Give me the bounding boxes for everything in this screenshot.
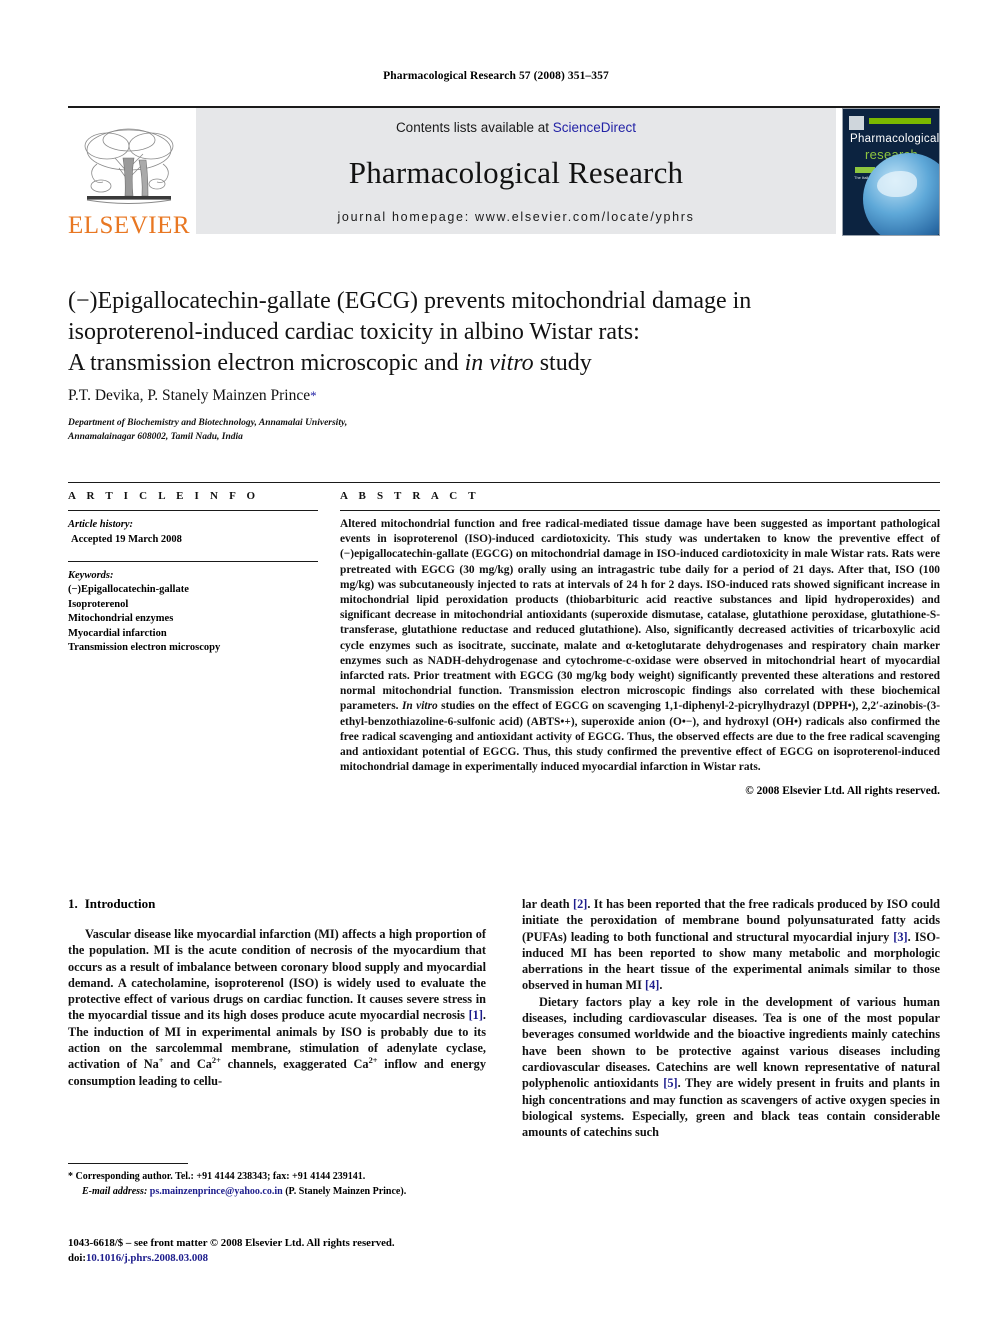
intro-left-c: and Ca	[163, 1057, 212, 1072]
intro-paragraph-right-continued: lar death [2]. It has been reported that…	[522, 896, 940, 994]
section-heading-introduction: 1. Introduction	[68, 896, 486, 912]
contents-lists-line: Contents lists available at ScienceDirec…	[396, 120, 636, 135]
doi-link[interactable]: 10.1016/j.phrs.2008.03.008	[86, 1252, 208, 1264]
keyword-item: Myocardial infarction	[68, 627, 167, 639]
journal-title: Pharmacological Research	[348, 154, 684, 190]
abstract-italic-invitro: In vitro	[401, 700, 438, 713]
abstract-part-1: Altered mitochondrial function and free …	[340, 518, 940, 713]
intro-left-d: channels, exaggerated Ca	[220, 1057, 369, 1072]
footnote-corresponding-author: Corresponding author. Tel.: +91 4144 238…	[73, 1171, 366, 1182]
keyword-item: Isoproterenol	[68, 598, 129, 610]
cover-publisher-mark	[849, 116, 864, 130]
doi-label: doi:	[68, 1252, 86, 1264]
keyword-item: (−)Epigallocatechin-gallate	[68, 584, 189, 595]
journal-band: Contents lists available at ScienceDirec…	[196, 108, 836, 234]
abstract-copyright: © 2008 Elsevier Ltd. All rights reserved…	[745, 785, 940, 798]
article-title: (−)Epigallocatechin-gallate (EGCG) preve…	[68, 286, 888, 379]
abstract-rule	[340, 510, 940, 511]
article-title-line3-italic: in vitro	[464, 350, 534, 376]
affiliation-line2: Annamalainagar 608002, Tamil Nadu, India	[68, 432, 243, 442]
elsevier-logo: ELSEVIER	[68, 108, 190, 238]
article-title-line1: (−)Epigallocatechin-gallate (EGCG) preve…	[68, 288, 752, 314]
intro-left-a: Vascular disease like myocardial infarct…	[68, 927, 486, 1023]
author-list: P.T. Devika, P. Stanely Mainzen Prince*	[68, 387, 888, 405]
keyword-item: Mitochondrial enzymes	[68, 613, 174, 624]
article-history-label: Article history:	[68, 519, 134, 530]
cover-globe-graphic	[863, 153, 939, 235]
article-history-value: Accepted 19 March 2008	[71, 534, 182, 545]
cover-title-line1: Pharmacological	[850, 133, 940, 145]
intro-paragraph-right-2: Dietary factors play a key role in the d…	[522, 994, 940, 1141]
author-names: P.T. Devika, P. Stanely Mainzen Prince	[68, 387, 311, 404]
article-info-rule-2	[68, 561, 318, 562]
journal-cover-thumbnail[interactable]: Pharmacological research The Italian Pha…	[842, 108, 940, 236]
info-section-top-rule	[68, 482, 940, 483]
running-head: Pharmacological Research 57 (2008) 351–3…	[383, 70, 609, 82]
imprint-block: 1043-6618/$ – see front matter © 2008 El…	[68, 1236, 568, 1266]
citation-ref-4[interactable]: [4]	[645, 978, 659, 992]
abstract-text: Altered mitochondrial function and free …	[340, 517, 940, 775]
journal-article-page: Pharmacological Research 57 (2008) 351–3…	[0, 0, 992, 1323]
body-column-right: lar death [2]. It has been reported that…	[522, 896, 940, 1140]
journal-homepage-link[interactable]: journal homepage: www.elsevier.com/locat…	[337, 210, 694, 224]
footnote-block: * Corresponding author. Tel.: +91 4144 2…	[68, 1170, 498, 1199]
cover-green-bar	[869, 118, 931, 124]
footnote-email-suffix: (P. Stanely Mainzen Prince).	[282, 1185, 407, 1197]
body-column-left: 1. Introduction Vascular disease like myo…	[68, 896, 486, 1089]
section-title: Introduction	[84, 896, 156, 911]
sciencedirect-link[interactable]: ScienceDirect	[553, 120, 636, 135]
keyword-item: Transmission electron microscopy	[68, 642, 221, 653]
article-info-column: A R T I C L E I N F O Article history: A…	[68, 490, 318, 656]
citation-ref-5[interactable]: [5]	[663, 1076, 677, 1090]
section-number: 1.	[68, 896, 78, 911]
article-title-line3b: study	[533, 350, 592, 376]
superscript-2plus: 2+	[211, 1056, 221, 1066]
corresponding-author-marker[interactable]: *	[310, 388, 317, 403]
intro-right-a: lar death	[522, 897, 573, 911]
article-info-rule-1	[68, 510, 318, 511]
superscript-2plus: 2+	[368, 1056, 378, 1066]
elsevier-wordmark: ELSEVIER	[67, 212, 191, 239]
citation-ref-3[interactable]: [3]	[893, 930, 907, 944]
affiliation-line1: Department of Biochemistry and Biotechno…	[68, 418, 348, 428]
intro-paragraph-left: Vascular disease like myocardial infarct…	[68, 926, 486, 1089]
article-title-line3a: A transmission electron microscopic and	[68, 350, 465, 376]
abstract-heading: A B S T R A C T	[340, 490, 480, 502]
article-info-heading: A R T I C L E I N F O	[68, 490, 260, 502]
citation-ref-1[interactable]: [1]	[469, 1008, 483, 1022]
elsevier-tree-icon	[84, 128, 174, 204]
footnote-rule	[68, 1163, 188, 1164]
keywords-block: Keywords: (−)Epigallocatechin-gallate Is…	[68, 561, 318, 656]
contents-lists-prefix: Contents lists available at	[395, 120, 553, 135]
footnote-email-label: E-mail address:	[82, 1185, 148, 1197]
affiliation: Department of Biochemistry and Biotechno…	[68, 416, 668, 444]
footnote-email-link[interactable]: ps.mainzenprince@yahoo.co.in	[150, 1186, 283, 1197]
imprint-issn-line: 1043-6618/$ – see front matter © 2008 El…	[68, 1237, 395, 1249]
intro-right-d: .	[659, 978, 663, 993]
journal-masthead: ELSEVIER Contents lists available at Sci…	[68, 106, 940, 238]
article-title-line2: isoproterenol-induced cardiac toxicity i…	[68, 319, 640, 345]
citation-ref-2[interactable]: [2]	[573, 897, 587, 911]
keywords-label: Keywords:	[68, 570, 114, 581]
abstract-column: A B S T R A C T Altered mitochondrial fu…	[340, 490, 940, 797]
